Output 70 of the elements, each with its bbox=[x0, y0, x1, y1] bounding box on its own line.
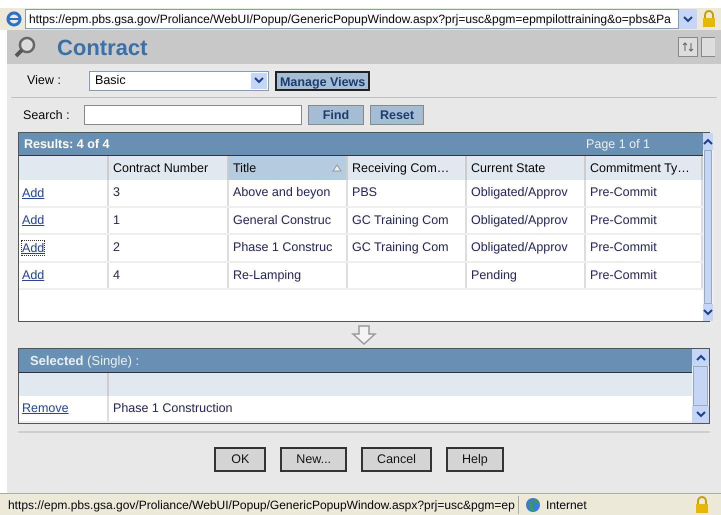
add-link[interactable]: Add bbox=[22, 213, 44, 228]
page-indicator: Page 1 of 1 bbox=[586, 136, 650, 153]
help-button[interactable]: Help bbox=[446, 447, 504, 472]
table-cell-text: Re-Lamping bbox=[233, 266, 302, 284]
scrollbar-thumb[interactable] bbox=[704, 150, 712, 304]
table-cell-text: Pre-Commit bbox=[590, 266, 657, 284]
globe-icon bbox=[525, 496, 541, 512]
table-cell-text: 2 bbox=[113, 239, 120, 256]
address-field[interactable]: https://epm.pbs.gsa.gov/Proliance/WebUI/Popup/GenericPopupWindow.aspx?prj=usc&pgm=epmpilottraining&o=pbs&Pa bbox=[25, 9, 679, 29]
scrollbar-thumb[interactable] bbox=[693, 366, 708, 406]
arrow-down-icon bbox=[351, 325, 377, 345]
remove-link[interactable]: Remove bbox=[22, 399, 69, 418]
view-dropdown[interactable]: Basic bbox=[89, 70, 269, 90]
reset-button[interactable]: Reset bbox=[370, 105, 424, 125]
chevron-down-icon bbox=[703, 309, 713, 316]
view-label: View : bbox=[27, 72, 62, 90]
scroll-down-button[interactable] bbox=[692, 406, 709, 423]
table-cell-text: Pending bbox=[471, 266, 517, 284]
security-zone: Internet bbox=[546, 496, 587, 514]
column-header[interactable]: Title bbox=[229, 156, 348, 180]
table-cell-text: Phase 1 Construction bbox=[113, 400, 233, 418]
table-cell-text: Obligated/Approv bbox=[471, 184, 568, 202]
table-cell-text: Above and beyon bbox=[233, 184, 330, 202]
chevron-up-icon bbox=[696, 354, 706, 361]
table-cell-text: 1 bbox=[113, 212, 120, 229]
maximize-button[interactable] bbox=[701, 37, 715, 57]
table-cell-text: PBS bbox=[352, 184, 378, 202]
table-cell-text: Phase 1 Construc bbox=[233, 239, 332, 256]
column-header[interactable]: Commitment Ty… bbox=[586, 156, 703, 180]
selected-header: Selected (Single) : bbox=[30, 352, 140, 370]
table-cell-text: Pre-Commit bbox=[590, 239, 657, 256]
chevron-down-icon bbox=[254, 77, 264, 84]
status-url: https://epm.pbs.gsa.gov/Proliance/WebUI/Popup/GenericPopupWindow.aspx?prj=usc&pgm=ep bbox=[8, 496, 516, 514]
chevron-down-icon bbox=[696, 411, 706, 418]
column-header[interactable]: Current State bbox=[467, 156, 586, 180]
dropdown-button[interactable] bbox=[679, 9, 697, 29]
table-cell-text: Obligated/Approv bbox=[471, 212, 568, 229]
add-link[interactable]: Add bbox=[22, 240, 44, 255]
add-link[interactable]: Add bbox=[22, 186, 44, 200]
refresh-button[interactable] bbox=[678, 37, 698, 57]
table-cell-text: Obligated/Approv bbox=[471, 239, 568, 256]
search-field[interactable] bbox=[84, 105, 302, 125]
sort-up-icon bbox=[332, 164, 342, 172]
scroll-up-button[interactable] bbox=[703, 133, 713, 150]
table-cell-text: Pre-Commit bbox=[590, 184, 657, 202]
table-cell-text: GC Training Com bbox=[352, 212, 449, 229]
cancel-button[interactable]: Cancel bbox=[361, 447, 432, 472]
find-button[interactable]: Find bbox=[308, 105, 364, 125]
lock-icon bbox=[702, 10, 716, 28]
table-cell-text: GC Training Com bbox=[352, 239, 449, 256]
scroll-up-button[interactable] bbox=[692, 349, 709, 366]
column-header[interactable]: Receiving Com… bbox=[348, 156, 467, 180]
window-title: Contract bbox=[57, 34, 148, 62]
table-cell-text: 3 bbox=[113, 184, 120, 202]
scroll-down-button[interactable] bbox=[703, 304, 713, 321]
results-count: Results: 4 of 4 bbox=[24, 136, 110, 153]
search-label: Search : bbox=[23, 106, 71, 124]
ok-button[interactable]: OK bbox=[214, 447, 266, 472]
browser-icon bbox=[6, 11, 22, 27]
column-header[interactable]: Contract Number bbox=[109, 156, 229, 180]
lock-icon bbox=[695, 496, 709, 514]
search-icon bbox=[13, 35, 37, 59]
table-cell-text: General Construc bbox=[233, 212, 331, 229]
table-cell-text: 4 bbox=[113, 266, 120, 284]
manage-views-button[interactable]: Manage Views bbox=[275, 70, 370, 90]
new-button[interactable]: New... bbox=[280, 447, 348, 472]
chevron-up-icon bbox=[703, 138, 713, 145]
table-cell-text: Pre-Commit bbox=[590, 212, 657, 229]
chevron-down-icon bbox=[683, 16, 693, 22]
add-link[interactable]: Add bbox=[22, 268, 44, 282]
